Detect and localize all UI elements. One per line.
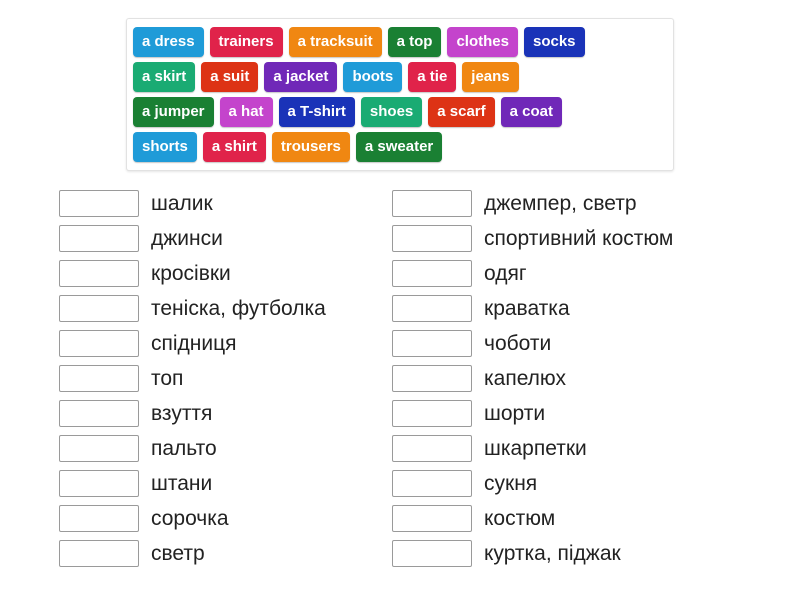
answer-row: сукня [392, 466, 787, 501]
answer-drop-box[interactable] [59, 295, 139, 322]
word-tile[interactable]: trainers [209, 27, 283, 57]
answer-drop-box[interactable] [392, 225, 472, 252]
answer-row: джинси [59, 221, 392, 256]
answer-drop-box[interactable] [59, 505, 139, 532]
answer-drop-box[interactable] [392, 260, 472, 287]
word-tile-row: a jumper a hat a T-shirt shoes a scarf a coat [133, 97, 667, 127]
answer-row: взуття [59, 396, 392, 431]
answer-label: одяг [484, 262, 527, 285]
answer-label: спідниця [151, 332, 237, 355]
answer-label: спортивний костюм [484, 227, 674, 250]
answer-label: сукня [484, 472, 538, 495]
answer-drop-box[interactable] [59, 400, 139, 427]
answer-drop-box[interactable] [392, 365, 472, 392]
answer-label: шорти [484, 402, 546, 425]
word-tile[interactable]: clothes [447, 27, 518, 57]
answer-drop-box[interactable] [392, 470, 472, 497]
answer-label: пальто [151, 437, 217, 460]
word-tile-row: a dress trainers a tracksuit a top clothes so… [133, 27, 667, 57]
answer-drop-box[interactable] [59, 260, 139, 287]
answer-row: спортивний костюм [392, 221, 787, 256]
word-tile[interactable]: a top [387, 27, 442, 57]
answer-area: шалик джинси кросівки теніска, футболка спід… [0, 186, 800, 571]
answer-row: штани [59, 466, 392, 501]
word-tile[interactable]: shoes [360, 97, 423, 127]
word-tile[interactable]: a suit [201, 62, 259, 92]
answer-row: пальто [59, 431, 392, 466]
answer-label: джинси [151, 227, 223, 250]
word-tile[interactable]: a sweater [355, 132, 443, 162]
word-tile[interactable]: trousers [271, 132, 350, 162]
word-tile[interactable]: a tracksuit [288, 27, 382, 57]
answer-label: куртка, піджак [484, 542, 621, 565]
answer-drop-box[interactable] [392, 400, 472, 427]
word-tile[interactable]: socks [523, 27, 585, 57]
answer-column-left: шалик джинси кросівки теніска, футболка спід… [59, 186, 392, 571]
answer-row: чоботи [392, 326, 787, 361]
answer-drop-box[interactable] [59, 225, 139, 252]
answer-column-right: джемпер, светр спортивний костюм одяг крава… [392, 186, 787, 571]
answer-drop-box[interactable] [392, 190, 472, 217]
answer-row: куртка, піджак [392, 536, 787, 571]
answer-label: сорочка [151, 507, 229, 530]
answer-drop-box[interactable] [392, 540, 472, 567]
answer-label: кросівки [151, 262, 231, 285]
answer-label: штани [151, 472, 213, 495]
answer-drop-box[interactable] [59, 330, 139, 357]
word-tile[interactable]: a jacket [264, 62, 338, 92]
answer-row: шкарпетки [392, 431, 787, 466]
word-tile-row: shorts a shirt trousers a sweater [133, 132, 667, 162]
answer-row: шорти [392, 396, 787, 431]
answer-drop-box[interactable] [59, 190, 139, 217]
word-tile[interactable]: a scarf [428, 97, 495, 127]
answer-label: капелюх [484, 367, 566, 390]
answer-label: шалик [151, 192, 213, 215]
word-tile[interactable]: a shirt [202, 132, 266, 162]
answer-row: светр [59, 536, 392, 571]
answer-drop-box[interactable] [392, 330, 472, 357]
answer-drop-box[interactable] [59, 540, 139, 567]
answer-row: кросівки [59, 256, 392, 291]
word-tile[interactable]: shorts [133, 132, 197, 162]
answer-row: капелюх [392, 361, 787, 396]
answer-row: теніска, футболка [59, 291, 392, 326]
answer-drop-box[interactable] [392, 435, 472, 462]
answer-label: джемпер, светр [484, 192, 637, 215]
word-tile[interactable]: a jumper [133, 97, 214, 127]
answer-label: теніска, футболка [151, 297, 326, 320]
answer-label: чоботи [484, 332, 552, 355]
answer-label: взуття [151, 402, 213, 425]
answer-label: шкарпетки [484, 437, 587, 460]
word-tile[interactable]: a skirt [133, 62, 196, 92]
word-tile[interactable]: a hat [219, 97, 273, 127]
word-tile[interactable]: a dress [133, 27, 204, 57]
answer-row: одяг [392, 256, 787, 291]
answer-row: костюм [392, 501, 787, 536]
answer-label: краватка [484, 297, 570, 320]
answer-row: спідниця [59, 326, 392, 361]
answer-label: топ [151, 367, 184, 390]
answer-label: костюм [484, 507, 556, 530]
answer-label: светр [151, 542, 205, 565]
answer-drop-box[interactable] [59, 435, 139, 462]
answer-row: сорочка [59, 501, 392, 536]
word-tile[interactable]: boots [343, 62, 403, 92]
answer-row: шалик [59, 186, 392, 221]
answer-drop-box[interactable] [392, 295, 472, 322]
answer-drop-box[interactable] [59, 470, 139, 497]
word-tile[interactable]: a T-shirt [278, 97, 355, 127]
answer-row: топ [59, 361, 392, 396]
answer-row: джемпер, светр [392, 186, 787, 221]
word-tile[interactable]: a tie [408, 62, 457, 92]
word-tile[interactable]: jeans [462, 62, 519, 92]
answer-drop-box[interactable] [392, 505, 472, 532]
word-tile-row: a skirt a suit a jacket boots a tie jeans [133, 62, 667, 92]
word-tile[interactable]: a coat [500, 97, 562, 127]
answer-row: краватка [392, 291, 787, 326]
answer-drop-box[interactable] [59, 365, 139, 392]
word-bank-panel: a dress trainers a tracksuit a top clothes so… [126, 18, 674, 171]
